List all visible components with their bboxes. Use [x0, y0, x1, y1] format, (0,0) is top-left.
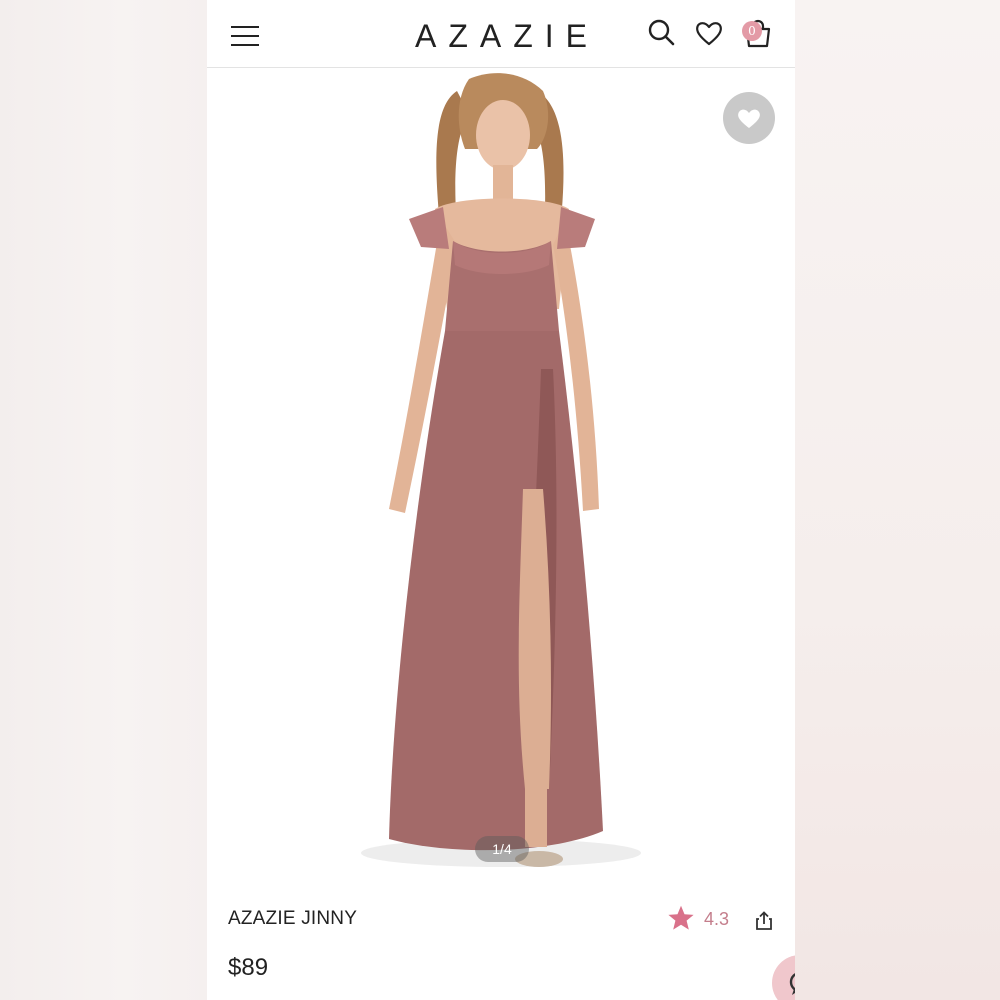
rating-value[interactable]: 4.3	[704, 909, 729, 930]
heart-icon	[738, 109, 760, 128]
search-icon[interactable]	[647, 18, 677, 48]
product-name: AZAZIE JINNY	[228, 908, 358, 929]
background-left	[0, 0, 207, 1000]
favorite-button[interactable]	[723, 92, 775, 144]
top-header: AZAZIE 0	[207, 0, 795, 68]
background-right	[795, 0, 1000, 1000]
phone-screen: AZAZIE 0 1/4 AZAZIE JINNY 4.3 $89	[207, 0, 795, 1000]
chat-icon	[789, 973, 795, 995]
share-icon[interactable]	[755, 911, 773, 931]
star-icon	[668, 905, 694, 930]
image-pager: 1/4	[475, 836, 529, 862]
product-photo[interactable]	[207, 69, 795, 885]
chat-button[interactable]	[772, 955, 795, 1000]
product-price: $89	[228, 954, 269, 981]
bag-count-badge: 0	[742, 21, 762, 41]
wishlist-heart-icon[interactable]	[694, 18, 724, 48]
